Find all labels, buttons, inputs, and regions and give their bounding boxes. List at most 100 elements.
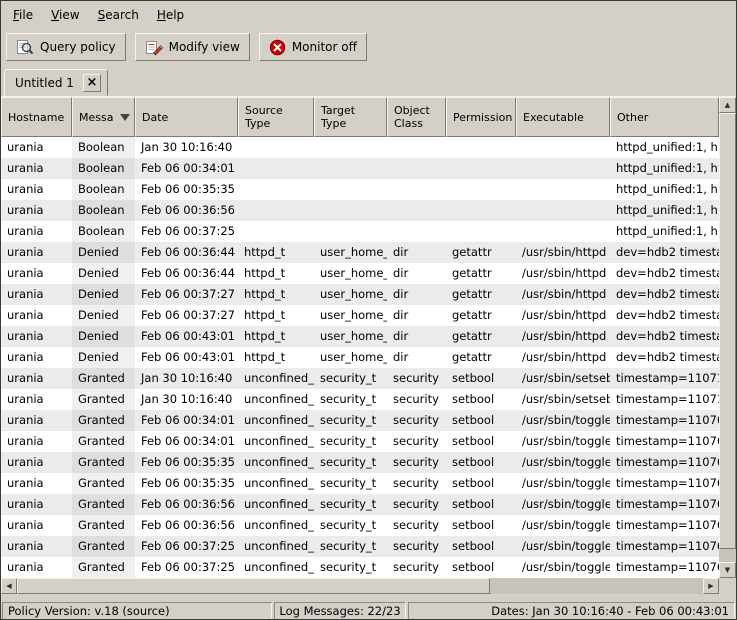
cell-other[interactable]: timestamp=11076: [610, 536, 719, 557]
cell-source_type[interactable]: [238, 179, 314, 200]
cell-object_class[interactable]: security: [387, 557, 446, 578]
cell-target_type[interactable]: [314, 221, 387, 242]
column-header-target-type[interactable]: Target Type: [314, 97, 387, 137]
vertical-scrollbar[interactable]: ▲ ▼: [719, 97, 736, 578]
cell-target_type[interactable]: user_home_: [314, 347, 387, 368]
cell-target_type[interactable]: user_home_: [314, 305, 387, 326]
cell-permission[interactable]: setbool: [446, 536, 516, 557]
cell-target_type[interactable]: security_t: [314, 536, 387, 557]
log-row[interactable]: uraniaDeniedFeb 06 00:37:27httpd_tuser_h…: [1, 305, 719, 326]
cell-executable[interactable]: [516, 179, 610, 200]
cell-date[interactable]: Feb 06 00:36:56: [135, 494, 238, 515]
cell-hostname[interactable]: urania: [1, 137, 72, 158]
cell-permission[interactable]: setbool: [446, 494, 516, 515]
cell-other[interactable]: timestamp=11076: [610, 473, 719, 494]
cell-hostname[interactable]: urania: [1, 242, 72, 263]
cell-date[interactable]: Feb 06 00:34:01: [135, 431, 238, 452]
cell-permission[interactable]: setbool: [446, 452, 516, 473]
cell-other[interactable]: timestamp=11071: [610, 389, 719, 410]
cell-hostname[interactable]: urania: [1, 473, 72, 494]
cell-other[interactable]: httpd_unified:1, h: [610, 221, 719, 242]
cell-object_class[interactable]: dir: [387, 305, 446, 326]
column-header-hostname[interactable]: Hostname: [1, 97, 72, 137]
cell-other[interactable]: timestamp=11071: [610, 368, 719, 389]
vertical-scroll-thumb[interactable]: [719, 113, 736, 549]
cell-date[interactable]: Feb 06 00:35:35: [135, 452, 238, 473]
cell-hostname[interactable]: urania: [1, 389, 72, 410]
log-row[interactable]: uraniaDeniedFeb 06 00:36:44httpd_tuser_h…: [1, 242, 719, 263]
log-row[interactable]: uraniaBooleanFeb 06 00:36:56httpd_unifie…: [1, 200, 719, 221]
cell-other[interactable]: timestamp=11076: [610, 410, 719, 431]
cell-other[interactable]: dev=hdb2 timesta: [610, 263, 719, 284]
cell-permission[interactable]: [446, 200, 516, 221]
column-header-permission[interactable]: Permission: [446, 97, 516, 137]
cell-target_type[interactable]: security_t: [314, 389, 387, 410]
cell-hostname[interactable]: urania: [1, 284, 72, 305]
cell-permission[interactable]: getattr: [446, 263, 516, 284]
cell-source_type[interactable]: httpd_t: [238, 347, 314, 368]
query-policy-button[interactable]: Query policy: [6, 33, 126, 61]
cell-date[interactable]: Feb 06 00:34:01: [135, 410, 238, 431]
cell-target_type[interactable]: security_t: [314, 473, 387, 494]
cell-object_class[interactable]: dir: [387, 263, 446, 284]
cell-executable[interactable]: [516, 200, 610, 221]
cell-object_class[interactable]: dir: [387, 242, 446, 263]
cell-hostname[interactable]: urania: [1, 305, 72, 326]
cell-source_type[interactable]: unconfined_: [238, 389, 314, 410]
cell-message[interactable]: Boolean: [72, 179, 135, 200]
log-row[interactable]: uraniaGrantedFeb 06 00:36:56unconfined_s…: [1, 515, 719, 536]
cell-other[interactable]: dev=hdb2 timesta: [610, 347, 719, 368]
cell-message[interactable]: Boolean: [72, 158, 135, 179]
cell-executable[interactable]: /usr/sbin/httpd: [516, 284, 610, 305]
cell-date[interactable]: Feb 06 00:37:25: [135, 557, 238, 578]
cell-source_type[interactable]: [238, 221, 314, 242]
log-row[interactable]: uraniaGrantedFeb 06 00:35:35unconfined_s…: [1, 452, 719, 473]
menu-help[interactable]: Help: [148, 3, 193, 27]
horizontal-scroll-track[interactable]: [17, 578, 703, 594]
log-row[interactable]: uraniaBooleanFeb 06 00:35:35httpd_unifie…: [1, 179, 719, 200]
cell-other[interactable]: timestamp=11076: [610, 557, 719, 578]
cell-permission[interactable]: setbool: [446, 515, 516, 536]
cell-hostname[interactable]: urania: [1, 368, 72, 389]
cell-other[interactable]: httpd_unified:1, h: [610, 200, 719, 221]
cell-date[interactable]: Jan 30 10:16:40: [135, 368, 238, 389]
cell-object_class[interactable]: [387, 221, 446, 242]
log-row[interactable]: uraniaDeniedFeb 06 00:43:01httpd_tuser_h…: [1, 347, 719, 368]
cell-hostname[interactable]: urania: [1, 431, 72, 452]
menu-search[interactable]: Search: [89, 3, 148, 27]
log-row[interactable]: uraniaBooleanFeb 06 00:37:25httpd_unifie…: [1, 221, 719, 242]
cell-executable[interactable]: [516, 137, 610, 158]
cell-other[interactable]: dev=hdb2 timesta: [610, 326, 719, 347]
cell-date[interactable]: Feb 06 00:37:25: [135, 536, 238, 557]
horizontal-scrollbar[interactable]: ◀ ▶: [1, 578, 719, 594]
cell-hostname[interactable]: urania: [1, 347, 72, 368]
cell-permission[interactable]: [446, 179, 516, 200]
cell-object_class[interactable]: security: [387, 536, 446, 557]
column-header-source-type[interactable]: Source Type: [238, 97, 314, 137]
cell-permission[interactable]: getattr: [446, 305, 516, 326]
cell-permission[interactable]: getattr: [446, 242, 516, 263]
cell-target_type[interactable]: [314, 158, 387, 179]
cell-hostname[interactable]: urania: [1, 515, 72, 536]
cell-executable[interactable]: /usr/sbin/httpd: [516, 263, 610, 284]
cell-executable[interactable]: /usr/sbin/toggle: [516, 536, 610, 557]
cell-date[interactable]: Feb 06 00:35:35: [135, 179, 238, 200]
log-row[interactable]: uraniaGrantedFeb 06 00:37:25unconfined_s…: [1, 557, 719, 578]
log-row[interactable]: uraniaDeniedFeb 06 00:43:01httpd_tuser_h…: [1, 326, 719, 347]
cell-hostname[interactable]: urania: [1, 221, 72, 242]
cell-source_type[interactable]: unconfined_: [238, 473, 314, 494]
cell-date[interactable]: Feb 06 00:36:56: [135, 200, 238, 221]
cell-other[interactable]: dev=hdb2 timesta: [610, 305, 719, 326]
cell-executable[interactable]: /usr/sbin/httpd: [516, 347, 610, 368]
cell-other[interactable]: httpd_unified:1, h: [610, 158, 719, 179]
cell-date[interactable]: Feb 06 00:36:44: [135, 263, 238, 284]
cell-message[interactable]: Granted: [72, 389, 135, 410]
cell-date[interactable]: Feb 06 00:37:27: [135, 284, 238, 305]
cell-executable[interactable]: /usr/sbin/toggle: [516, 494, 610, 515]
cell-target_type[interactable]: user_home_: [314, 242, 387, 263]
cell-permission[interactable]: getattr: [446, 326, 516, 347]
cell-message[interactable]: Granted: [72, 557, 135, 578]
cell-source_type[interactable]: [238, 158, 314, 179]
cell-date[interactable]: Feb 06 00:43:01: [135, 326, 238, 347]
cell-message[interactable]: Denied: [72, 263, 135, 284]
